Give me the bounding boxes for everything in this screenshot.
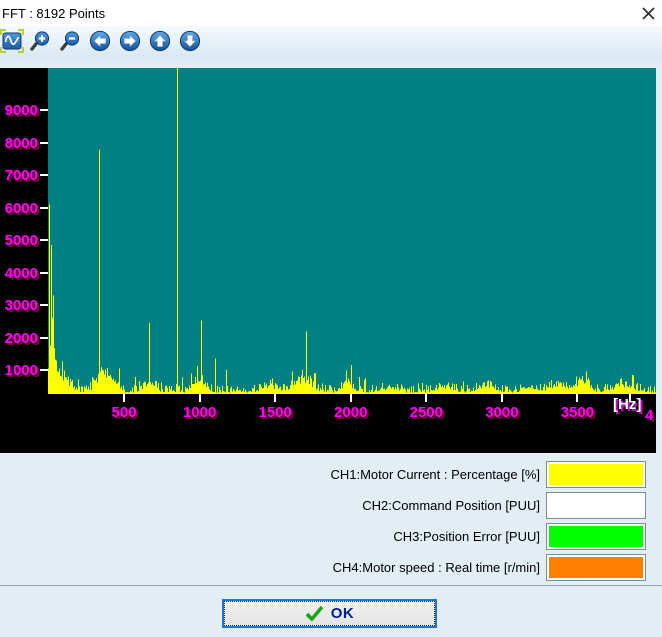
y-tick-label: 7000 (0, 168, 38, 183)
y-tick (40, 369, 48, 371)
pan-left-icon[interactable] (88, 29, 112, 53)
x-tick (199, 394, 201, 402)
check-icon (305, 605, 324, 622)
ok-button-label: OK (331, 605, 355, 622)
x-tick (501, 394, 503, 402)
x-tick-label: 3500 (547, 405, 607, 421)
fft-window: FFT : 8192 Points [Hz] 4 1000 2000 3000 400… (0, 0, 662, 637)
legend-swatch-color (549, 495, 643, 516)
y-tick (40, 174, 48, 176)
signal-capture-icon[interactable] (0, 29, 24, 53)
fft-chart: [Hz] 4 1000 2000 3000 4000 5000 6000 7000 8000 9… (0, 68, 656, 453)
legend-row-ch3: CH3:Position Error [PUU] (0, 522, 662, 551)
y-tick-label: 6000 (0, 201, 38, 216)
close-icon (642, 7, 655, 20)
legend-panel: CH1:Motor Current : Percentage [%] CH2:Co… (0, 453, 662, 586)
y-tick (40, 207, 48, 209)
x-tick (425, 394, 427, 402)
legend-label-ch2: CH2:Command Position [PUU] (0, 498, 546, 513)
y-tick-label: 2000 (0, 331, 38, 346)
plot-area (48, 68, 656, 394)
x-tick (123, 394, 125, 402)
pan-down-icon[interactable] (178, 29, 202, 53)
fft-trace (48, 68, 656, 394)
legend-swatch-color (549, 526, 643, 547)
y-tick-label: 1000 (0, 363, 38, 378)
y-tick-label: 3000 (0, 298, 38, 313)
legend-label-ch1: CH1:Motor Current : Percentage [%] (0, 467, 546, 482)
x-tick-label: 500 (94, 405, 154, 421)
y-tick (40, 304, 48, 306)
legend-swatch-ch1 (546, 461, 646, 488)
legend-swatch-color (549, 464, 643, 485)
title-bar: FFT : 8192 Points (0, 0, 662, 26)
legend-row-ch2: CH2:Command Position [PUU] (0, 491, 662, 520)
y-tick-label: 4000 (0, 266, 38, 281)
footer-bar: OK (0, 586, 662, 637)
x-tick-label: 2000 (321, 405, 381, 421)
pan-right-icon[interactable] (118, 29, 142, 53)
legend-label-ch3: CH3:Position Error [PUU] (0, 529, 546, 544)
window-title: FFT : 8192 Points (0, 6, 105, 21)
legend-swatch-ch2 (546, 492, 646, 519)
y-tick-label: 5000 (0, 233, 38, 248)
y-tick (40, 109, 48, 111)
legend-swatch-color (549, 557, 643, 578)
zoom-in-icon[interactable] (28, 29, 52, 53)
x-tick-label: 1500 (245, 405, 305, 421)
y-tick-label: 9000 (0, 103, 38, 118)
toolbar (0, 26, 662, 68)
close-button[interactable] (639, 4, 657, 22)
x-tick-label: 1000 (170, 405, 230, 421)
legend-row-ch4: CH4:Motor speed : Real time [r/min] (0, 553, 662, 582)
x-axis-end-tick (629, 394, 631, 402)
x-tick-label: 3000 (472, 405, 532, 421)
ok-button[interactable]: OK (222, 599, 437, 628)
legend-row-ch1: CH1:Motor Current : Percentage [%] (0, 460, 662, 489)
y-tick (40, 272, 48, 274)
x-tick-label: 2500 (396, 405, 456, 421)
y-tick (40, 239, 48, 241)
x-tick (350, 394, 352, 402)
x-tick (576, 394, 578, 402)
x-axis-unit-label: [Hz] (613, 397, 641, 412)
legend-swatch-ch3 (546, 523, 646, 550)
zoom-out-icon[interactable] (58, 29, 82, 53)
y-tick-label: 8000 (0, 136, 38, 151)
legend-label-ch4: CH4:Motor speed : Real time [r/min] (0, 560, 546, 575)
pan-up-icon[interactable] (148, 29, 172, 53)
legend-swatch-ch4 (546, 554, 646, 581)
x-tick (274, 394, 276, 402)
y-tick (40, 142, 48, 144)
x-tick-label-partial: 4 (645, 407, 656, 424)
y-tick (40, 337, 48, 339)
